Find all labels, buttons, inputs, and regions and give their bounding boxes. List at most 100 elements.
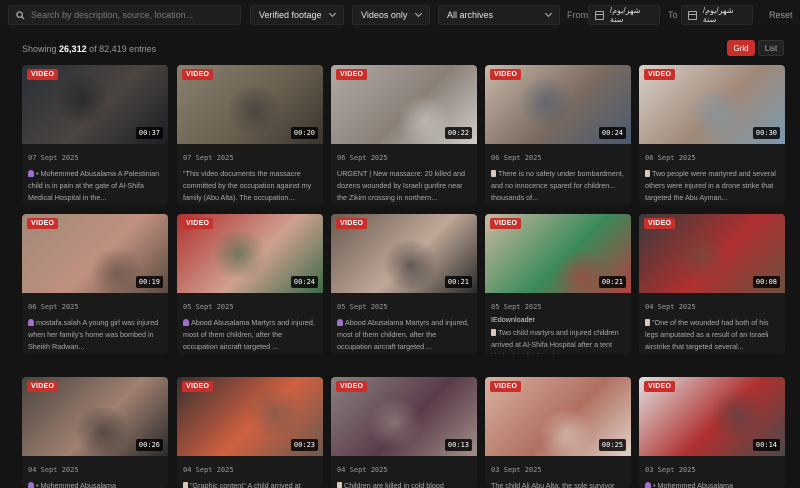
video-description: • Mohemmed Abusalama [645,480,779,488]
calendar-icon[interactable] [688,10,697,20]
archive-filter-select[interactable]: All archives [438,5,560,25]
chevron-down-icon [414,9,423,18]
video-duration: 00:08 [752,276,780,288]
video-card[interactable]: VIDEO 00:20 07 Sept 2025 "This video docume… [177,65,323,205]
top-toolbar: Verified footage Videos only All archive… [0,0,800,30]
thumbnail-image [516,78,576,126]
video-date: 06 Sept 2025 [645,154,696,162]
description-text: mostafa.salah A young girl was injured w… [28,318,159,351]
video-duration: 00:37 [135,127,163,139]
date-to-input[interactable]: شهر/يوم/سنة [681,5,753,25]
video-thumbnail[interactable]: VIDEO 00:08 [639,214,785,293]
video-thumbnail[interactable]: VIDEO 00:25 [485,377,631,456]
from-label: From [567,10,588,20]
video-duration: 00:30 [752,127,780,139]
video-card[interactable]: VIDEO 00:21 05 Sept 2025 IEdownloader Two ch… [485,214,631,354]
search-box[interactable] [8,5,241,25]
video-thumbnail[interactable]: VIDEO 00:19 [22,214,168,293]
video-date: 04 Sept 2025 [183,466,234,474]
video-thumbnail[interactable]: VIDEO 00:24 [485,65,631,144]
list-view-button[interactable]: List [758,40,784,56]
thumbnail-image [72,407,132,455]
user-icon [28,319,34,326]
date-from-value: شهر/يوم/سنة [609,6,641,24]
description-text: Two people were martyred and several oth… [645,169,776,202]
thumbnail-image [672,233,732,281]
video-date: 05 Sept 2025 [491,303,542,311]
video-card[interactable]: VIDEO 00:08 04 Sept 2025 "One of the wounde… [639,214,785,354]
video-card[interactable]: VIDEO 00:30 06 Sept 2025 Two people were ma… [639,65,785,205]
doc-icon [491,329,496,336]
video-thumbnail[interactable]: VIDEO 00:24 [177,214,323,293]
description-text: URGENT | New massacre: 20 killed and doz… [337,169,465,202]
video-badge: VIDEO [490,218,522,229]
results-summary: Showing 26,312 of 82,419 entries [22,44,156,54]
description-text: Abood Abusalama Martyrs and injured, mos… [337,318,469,351]
video-badge: VIDEO [490,69,522,80]
description-text: "Graphic content" A child arrived at [190,481,301,488]
video-card[interactable]: VIDEO 00:21 05 Sept 2025 Abood Abusalama Ma… [331,214,477,354]
video-thumbnail[interactable]: VIDEO 00:20 [177,65,323,144]
type-filter-select[interactable]: Videos only [352,5,430,25]
video-description: Two child martyrs and injured children a… [491,327,625,354]
user-icon [645,482,651,488]
video-card[interactable]: VIDEO 00:14 03 Sept 2025 • Mohemmed Abusala… [639,377,785,488]
video-date: 03 Sept 2025 [491,466,542,474]
thumbnail-image [707,391,767,439]
video-description: URGENT | New massacre: 20 killed and doz… [337,168,471,204]
calendar-icon[interactable] [595,10,604,20]
search-input[interactable] [31,10,231,20]
date-to-value: شهر/يوم/سنة [702,6,734,24]
video-thumbnail[interactable]: VIDEO 00:37 [22,65,168,144]
video-thumbnail[interactable]: VIDEO 00:21 [331,214,477,293]
video-duration: 00:26 [135,439,163,451]
video-card[interactable]: VIDEO 00:22 06 Sept 2025 URGENT | New massa… [331,65,477,205]
video-duration: 00:22 [444,127,472,139]
video-thumbnail[interactable]: VIDEO 00:21 [485,214,631,293]
description-text: There is no safety under bombardment, an… [491,169,624,202]
video-card[interactable]: VIDEO 00:24 06 Sept 2025 There is no safety… [485,65,631,205]
grid-view-button[interactable]: Grid [727,40,755,56]
video-thumbnail[interactable]: VIDEO 00:13 [331,377,477,456]
video-badge: VIDEO [644,218,676,229]
video-thumbnail[interactable]: VIDEO 00:14 [639,377,785,456]
video-date: 05 Sept 2025 [183,303,234,311]
user-icon [183,319,189,326]
video-card[interactable]: VIDEO 00:19 06 Sept 2025 mostafa.salah A yo… [22,214,168,354]
description-text: "One of the wounded had both of his legs… [645,318,769,351]
video-thumbnail[interactable]: VIDEO 00:26 [22,377,168,456]
video-card[interactable]: VIDEO 00:26 04 Sept 2025 • Mohemmed Abusala… [22,377,168,488]
video-description: The child Ali Abu Alta, the sole survivo… [491,480,625,488]
video-date: 04 Sept 2025 [337,466,388,474]
video-thumbnail[interactable]: VIDEO 00:22 [331,65,477,144]
doc-icon [491,170,496,177]
video-date: 06 Sept 2025 [491,154,542,162]
video-duration: 00:20 [290,127,318,139]
reset-button[interactable]: Reset [769,10,793,20]
video-badge: VIDEO [27,218,59,229]
video-card[interactable]: VIDEO 00:23 04 Sept 2025 "Graphic content" … [177,377,323,488]
video-badge: VIDEO [490,381,522,392]
video-description: • Mohemmed Abusalama A Palestinian child… [28,168,162,204]
doc-icon [337,482,342,488]
description-text: • Mohemmed Abusalama [653,481,734,488]
video-description: "One of the wounded had both of his legs… [645,317,779,353]
video-thumbnail[interactable]: VIDEO 00:30 [639,65,785,144]
video-thumbnail[interactable]: VIDEO 00:23 [177,377,323,456]
description-text: • Mohemmed Abusalama A Palestinian child… [28,169,160,202]
video-card[interactable]: VIDEO 00:25 03 Sept 2025 The child Ali Abu … [485,377,631,488]
thumbnail-image [365,399,425,447]
video-date: 07 Sept 2025 [183,154,234,162]
to-label: To [668,10,678,20]
video-duration: 00:24 [598,127,626,139]
video-date: 05 Sept 2025 [337,303,388,311]
video-card[interactable]: VIDEO 00:13 04 Sept 2025 Children are kille… [331,377,477,488]
user-icon [337,319,343,326]
date-from-input[interactable]: شهر/يوم/سنة [588,5,660,25]
footage-filter-select[interactable]: Verified footage [250,5,344,25]
description-text: Two child martyrs and injured children a… [491,328,619,354]
video-card[interactable]: VIDEO 00:37 07 Sept 2025 • Mohemmed Abusala… [22,65,168,205]
video-description: Children are killed in cold blood [337,480,471,488]
video-duration: 00:23 [290,439,318,451]
video-card[interactable]: VIDEO 00:24 05 Sept 2025 Abood Abusalama Ma… [177,214,323,354]
